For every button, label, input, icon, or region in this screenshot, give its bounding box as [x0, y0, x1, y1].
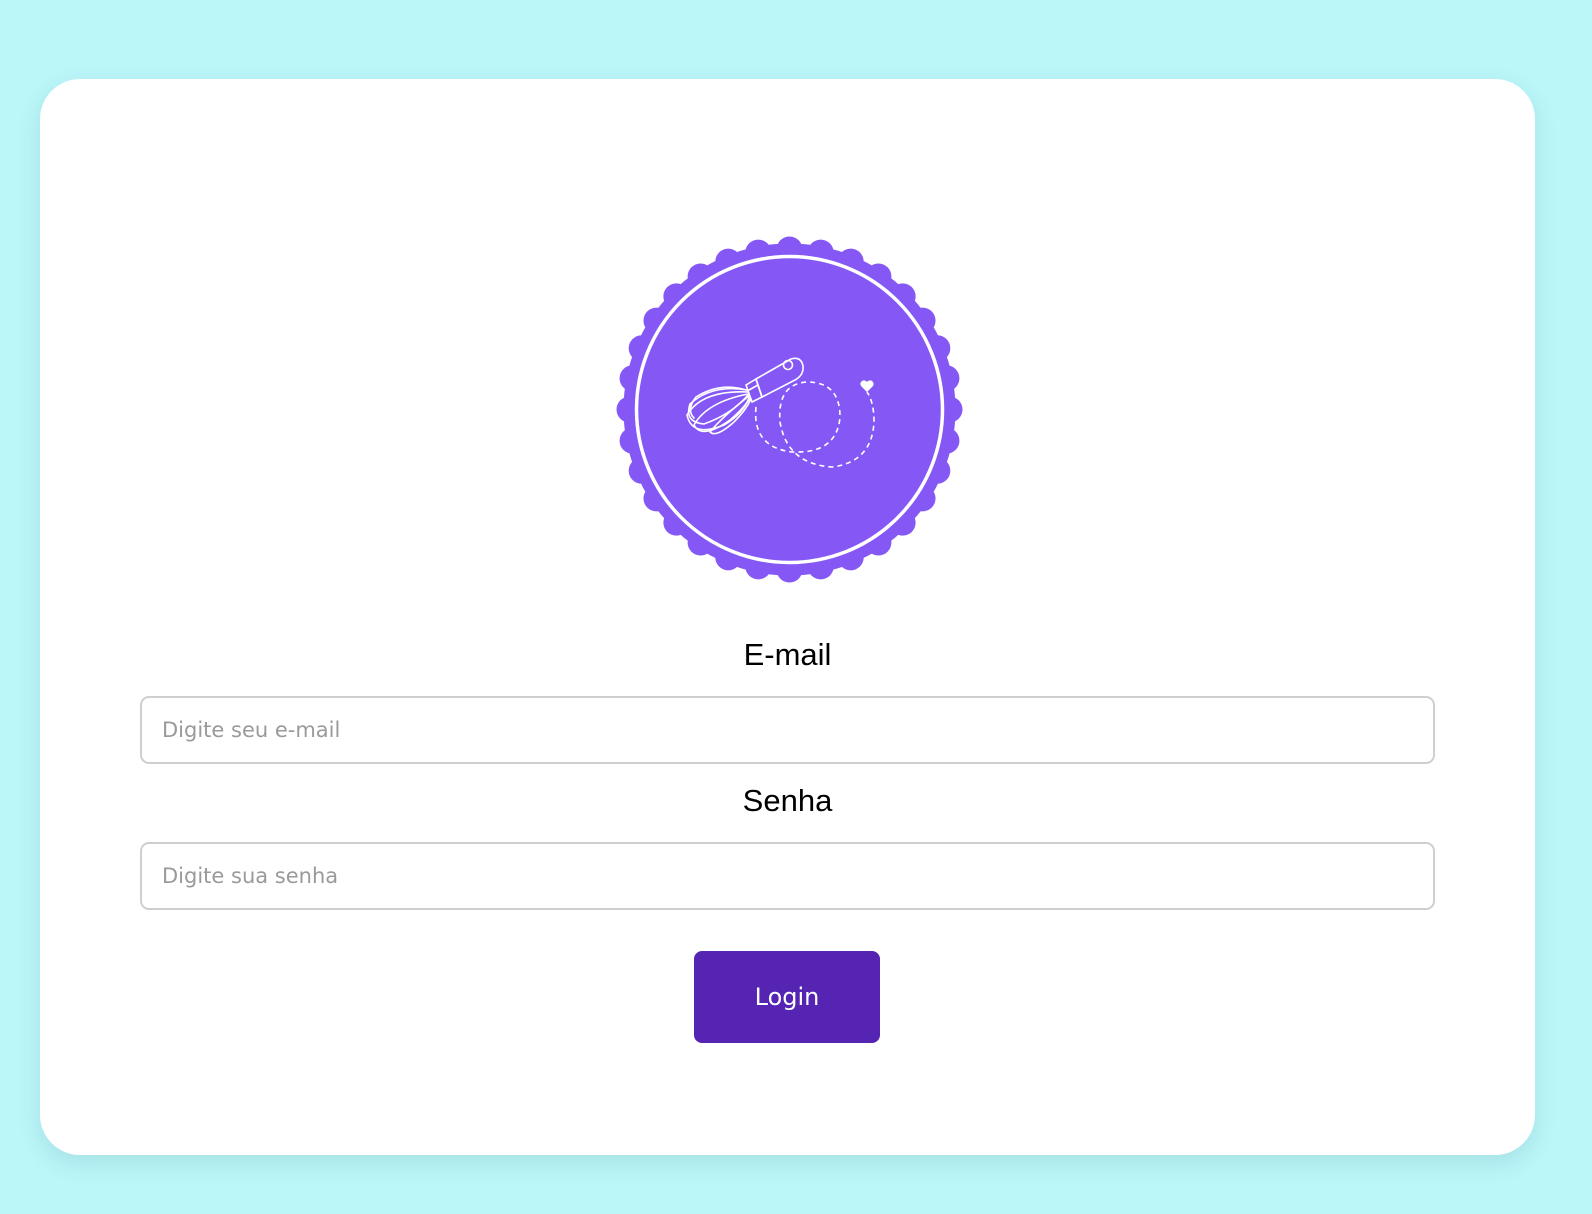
whisk-badge-icon	[616, 236, 963, 583]
email-field[interactable]	[140, 696, 1435, 764]
login-card: E-mail Senha Login	[40, 79, 1535, 1155]
password-label: Senha	[742, 783, 833, 818]
password-field[interactable]	[140, 842, 1435, 910]
login-button[interactable]: Login	[694, 951, 880, 1043]
email-label: E-mail	[743, 637, 832, 672]
logo	[612, 232, 967, 587]
